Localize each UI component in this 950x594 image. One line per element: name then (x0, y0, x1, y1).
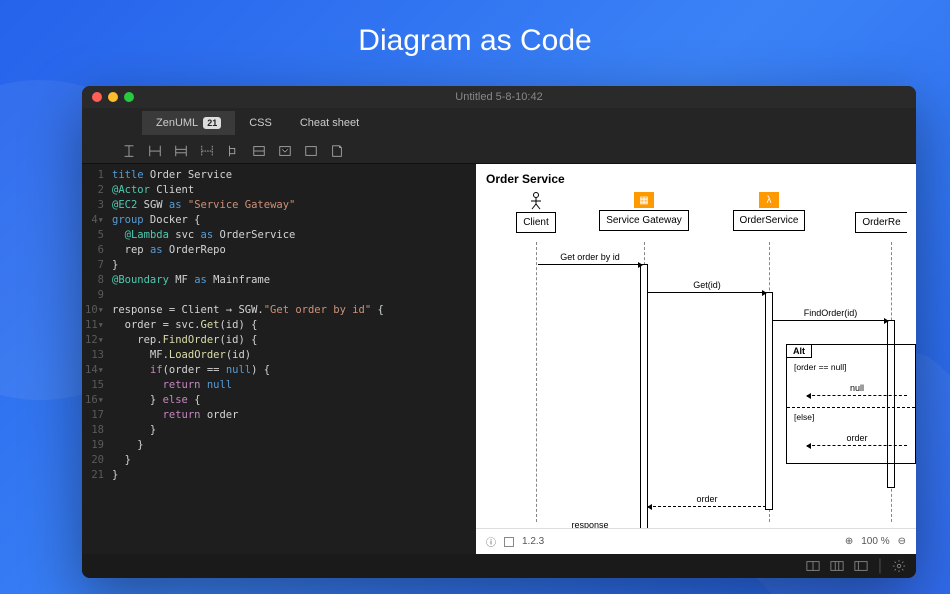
tab-cheat-sheet[interactable]: Cheat sheet (286, 111, 373, 135)
tool-loop-icon[interactable] (278, 144, 292, 158)
msg-find: FindOrder(id) (773, 308, 888, 321)
msg-get: Get(id) (648, 280, 766, 293)
tool-async-msg-icon[interactable] (174, 144, 188, 158)
tool-return-icon[interactable] (200, 144, 214, 158)
tool-alt-icon[interactable] (252, 144, 266, 158)
tool-note-icon[interactable] (330, 144, 344, 158)
hero-title: Diagram as Code (0, 0, 950, 58)
zoom-level: 100 % (861, 536, 889, 547)
msg-get-order: Get order by id (538, 252, 642, 265)
layout-preview-icon[interactable] (854, 559, 868, 573)
titlebar: Untitled 5-8-10:42 (82, 86, 916, 108)
tool-group-icon[interactable] (304, 144, 318, 158)
numbering-checkbox[interactable] (504, 537, 514, 547)
window-title: Untitled 5-8-10:42 (82, 91, 916, 103)
numbering-label: 1.2.3 (522, 536, 544, 547)
settings-icon[interactable] (892, 559, 906, 573)
zoom-in-icon[interactable]: ⊕ (845, 536, 853, 547)
repo-icon (872, 192, 890, 210)
diagram-title: Order Service (476, 164, 916, 194)
info-icon[interactable]: ⓘ (486, 534, 496, 549)
lambda-icon: λ (759, 192, 779, 208)
zoom-out-icon[interactable]: ⊖ (898, 536, 906, 547)
actor-icon (527, 192, 545, 210)
layout-columns-icon[interactable] (830, 559, 844, 573)
statusbar: | (82, 554, 916, 578)
ec2-icon: ▦ (634, 192, 654, 208)
participant-gateway: ▦ Service Gateway (594, 192, 694, 231)
code-editor[interactable]: 1234▾5678910▾11▾12▾1314▾1516▾1718192021 … (82, 164, 476, 554)
tab-css[interactable]: CSS (235, 111, 286, 135)
participant-service: λ OrderService (724, 192, 814, 231)
participant-client: Client (506, 192, 566, 233)
tabbar: ZenUML 21 CSS Cheat sheet (82, 108, 916, 138)
zenuml-badge: 21 (203, 117, 221, 129)
participant-repo: OrderRe (846, 192, 916, 233)
msg-return-order: order (648, 494, 766, 507)
layout-split-icon[interactable] (806, 559, 820, 573)
tool-sync-msg-icon[interactable] (148, 144, 162, 158)
diagram-preview[interactable]: Order Service Client ▦ Service Gateway λ… (476, 164, 916, 554)
toolbar (82, 138, 916, 164)
preview-footer: ⓘ 1.2.3 ⊕ 100 % ⊖ (476, 528, 916, 554)
tab-zenuml[interactable]: ZenUML 21 (142, 111, 235, 135)
tool-participant-icon[interactable] (122, 144, 136, 158)
app-window: Untitled 5-8-10:42 ZenUML 21 CSS Cheat s… (82, 86, 916, 578)
alt-fragment: Alt [order == null] null [else] order (786, 344, 916, 464)
tool-self-icon[interactable] (226, 144, 240, 158)
